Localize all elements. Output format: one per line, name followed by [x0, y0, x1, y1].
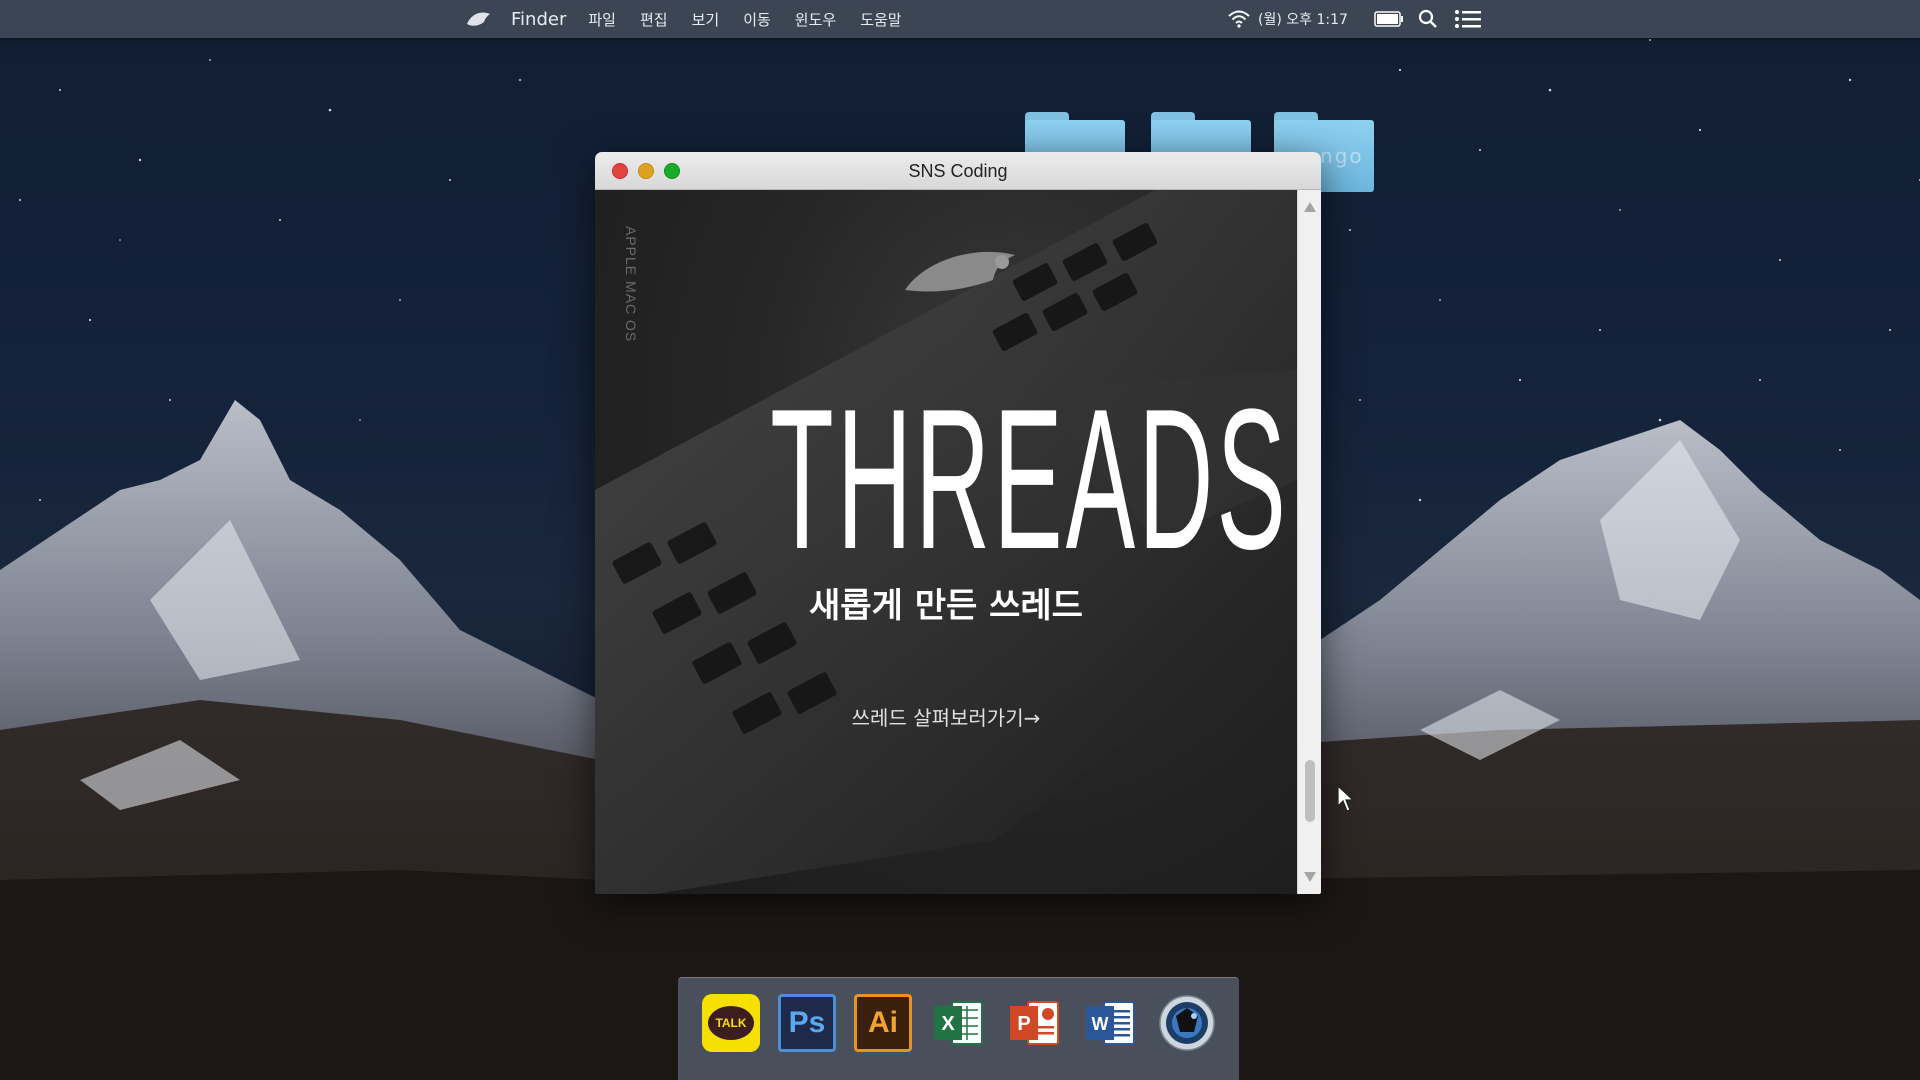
- menu-finder[interactable]: Finder: [511, 9, 566, 30]
- explore-threads-link[interactable]: 쓰레드 살펴보러가기→: [595, 702, 1297, 731]
- side-caption: APPLE MAC OS: [623, 226, 639, 343]
- excel-icon[interactable]: X: [930, 994, 988, 1052]
- scroll-down-arrow-icon[interactable]: [1304, 872, 1316, 882]
- photoshop-label: Ps: [788, 1006, 826, 1039]
- hero-title: THREADS: [770, 368, 1289, 591]
- kakaotalk-icon[interactable]: TALK: [702, 994, 760, 1052]
- close-button[interactable]: [612, 163, 628, 179]
- menu-go[interactable]: 이동: [743, 9, 771, 30]
- menu-help[interactable]: 도움말: [860, 9, 901, 30]
- maximize-button[interactable]: [664, 163, 680, 179]
- minimize-button[interactable]: [638, 163, 654, 179]
- powerpoint-label: P: [1017, 1013, 1030, 1035]
- window-title: SNS Coding: [908, 161, 1008, 181]
- spotlight-search-icon[interactable]: [1418, 9, 1438, 29]
- menu-view[interactable]: 보기: [692, 9, 720, 30]
- apple-logo-icon[interactable]: [465, 10, 491, 28]
- menu-file[interactable]: 파일: [588, 9, 616, 30]
- powerpoint-icon[interactable]: P: [1006, 994, 1064, 1052]
- battery-icon[interactable]: [1374, 11, 1404, 27]
- photoshop-icon[interactable]: Ps: [778, 994, 836, 1052]
- scroll-up-arrow-icon[interactable]: [1304, 202, 1316, 212]
- word-label: W: [1092, 1014, 1109, 1034]
- window-content: APPLE MAC OS THREADS 새롭게 만든 쓰레드 쓰레드 살펴보러…: [595, 190, 1297, 894]
- dock: TALK Ps Ai X P W: [678, 977, 1239, 1080]
- excel-label: X: [941, 1013, 955, 1035]
- word-icon[interactable]: W: [1082, 994, 1140, 1052]
- hero-subtitle: 새롭게 만든 쓰레드: [809, 586, 1083, 626]
- menu-clock[interactable]: (월) 오후 1:17: [1258, 9, 1348, 29]
- illustrator-label: Ai: [868, 1006, 898, 1039]
- notification-center-icon[interactable]: [1454, 9, 1482, 29]
- menu-window[interactable]: 윈도우: [795, 9, 836, 30]
- sns-coding-window: SNS Coding APPLE MAC OS THREADS 새롭게 만든 쓰…: [595, 152, 1321, 894]
- window-titlebar[interactable]: SNS Coding: [595, 152, 1321, 190]
- vertical-scrollbar[interactable]: [1297, 190, 1321, 894]
- kakaotalk-label: TALK: [715, 1016, 747, 1030]
- aperture-icon[interactable]: [1158, 994, 1216, 1052]
- menu-bar: Finder 파일 편집 보기 이동 윈도우 도움말 (월) 오후 1:17: [0, 0, 1920, 38]
- mouse-cursor-icon: [1337, 784, 1355, 812]
- illustrator-icon[interactable]: Ai: [854, 994, 912, 1052]
- scroll-thumb[interactable]: [1305, 760, 1315, 822]
- wifi-icon[interactable]: [1228, 10, 1250, 28]
- menu-edit[interactable]: 편집: [640, 9, 668, 30]
